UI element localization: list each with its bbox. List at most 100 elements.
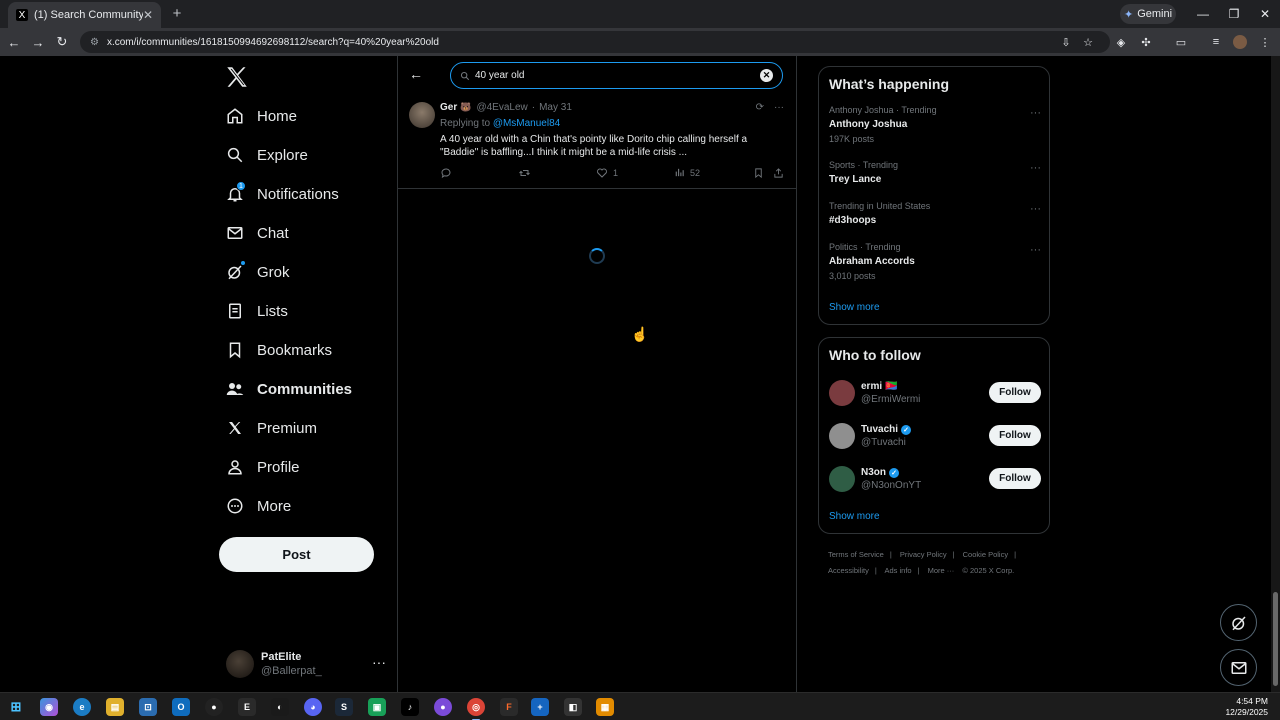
account-switcher[interactable]: PatElite @Ballerpat_ ··· bbox=[226, 646, 386, 682]
side-panel-icon[interactable]: ▭ bbox=[1172, 33, 1190, 51]
suggestion-avatar[interactable] bbox=[829, 380, 855, 406]
forward-button[interactable]: → bbox=[28, 32, 48, 52]
trend-item[interactable]: Politics · Trending Abraham Accords 3,01… bbox=[829, 242, 1041, 281]
xbox-icon[interactable]: ▣ bbox=[368, 698, 386, 716]
outlook-icon[interactable]: O bbox=[172, 698, 190, 716]
like-button[interactable]: 1 bbox=[596, 167, 618, 179]
tweet-author-name[interactable]: Ger bbox=[440, 102, 457, 113]
repost-button[interactable] bbox=[518, 167, 531, 179]
nav-communities[interactable]: Communities bbox=[218, 371, 388, 407]
footer-link[interactable]: Cookie Policy bbox=[963, 550, 1008, 559]
trend-more-icon[interactable]: ··· bbox=[1030, 203, 1041, 215]
obs-icon[interactable]: ● bbox=[205, 698, 223, 716]
app-circle-icon[interactable]: ● bbox=[434, 698, 452, 716]
footer-link[interactable]: Privacy Policy bbox=[900, 550, 947, 559]
scrollbar-thumb[interactable] bbox=[1273, 592, 1278, 686]
pinned-app-icon[interactable]: ▦ bbox=[596, 698, 614, 716]
nav-profile[interactable]: Profile bbox=[218, 449, 388, 485]
back-arrow-icon[interactable]: ← bbox=[408, 66, 424, 82]
nav-chat[interactable]: Chat bbox=[218, 215, 388, 251]
suggestion-avatar[interactable] bbox=[829, 423, 855, 449]
browser-tab[interactable]: X (1) Search Community / X ✕ bbox=[8, 2, 161, 28]
address-bar[interactable]: ⚙ x.com/i/communities/161815099469269811… bbox=[80, 31, 1110, 53]
suggestion-avatar[interactable] bbox=[829, 466, 855, 492]
clear-search-icon[interactable]: ✕ bbox=[760, 69, 773, 82]
tweet-date[interactable]: May 31 bbox=[539, 102, 572, 113]
site-info-icon[interactable]: ⚙ bbox=[90, 37, 99, 48]
nav-premium[interactable]: Premium bbox=[218, 410, 388, 446]
replying-to-mention[interactable]: @MsManuel84 bbox=[493, 118, 560, 129]
store-icon[interactable]: ⊡ bbox=[139, 698, 157, 716]
tweet[interactable]: Ger 🐻 @4EvaLew · May 31 ⟳ ··· Replying t… bbox=[398, 95, 796, 189]
bookmark-tweet-button[interactable] bbox=[753, 167, 764, 179]
footer-link[interactable]: Terms of Service bbox=[828, 550, 884, 559]
back-button[interactable]: ← bbox=[4, 32, 24, 52]
trend-item[interactable]: Trending in United States #d3hoops ··· bbox=[829, 201, 1041, 226]
follow-suggestion[interactable]: N3on ✓ @N3onOnYT Follow bbox=[829, 464, 1041, 494]
footer-link[interactable]: Ads info bbox=[884, 566, 911, 575]
messages-fab-button[interactable] bbox=[1220, 649, 1257, 686]
tweet-more-icon[interactable]: ··· bbox=[774, 102, 784, 113]
tweet-author-handle[interactable]: @4EvaLew bbox=[476, 102, 527, 113]
app-icon[interactable]: ◐ bbox=[271, 698, 289, 716]
epic-games-icon[interactable]: E bbox=[238, 698, 256, 716]
follow-suggestion[interactable]: ermi 🇪🇷 @ErmiWermi Follow bbox=[829, 378, 1041, 408]
profile-avatar[interactable] bbox=[1233, 35, 1247, 49]
extension-icon[interactable]: ◈ bbox=[1112, 33, 1130, 51]
follow-show-more-link[interactable]: Show more bbox=[829, 511, 880, 522]
footer-link[interactable]: More ··· bbox=[928, 566, 955, 575]
x-logo-icon[interactable] bbox=[224, 64, 250, 90]
trends-show-more-link[interactable]: Show more bbox=[829, 302, 880, 313]
follow-suggestion[interactable]: Tuvachi ✓ @Tuvachi Follow bbox=[829, 421, 1041, 451]
install-app-icon[interactable]: ⇩ bbox=[1057, 33, 1075, 51]
views-button[interactable]: 52 bbox=[674, 167, 700, 178]
nav-bookmarks[interactable]: Bookmarks bbox=[218, 332, 388, 368]
capcut-icon[interactable]: ◧ bbox=[564, 698, 582, 716]
tweet-author-avatar[interactable] bbox=[409, 102, 435, 128]
footer-link[interactable]: Accessibility bbox=[828, 566, 869, 575]
nav-explore[interactable]: Explore bbox=[218, 137, 388, 173]
snipping-tool-icon[interactable]: + bbox=[531, 698, 549, 716]
copilot-icon[interactable]: ◉ bbox=[40, 698, 58, 716]
file-explorer-icon[interactable]: ▤ bbox=[106, 698, 124, 716]
grok-explain-icon[interactable]: ⟳ bbox=[756, 102, 764, 113]
search-box[interactable]: ✕ bbox=[450, 62, 783, 89]
minimize-window-button[interactable]: — bbox=[1188, 4, 1218, 24]
account-more-icon[interactable]: ··· bbox=[372, 654, 386, 670]
reload-button[interactable]: ↻ bbox=[52, 32, 72, 52]
reply-button[interactable] bbox=[440, 167, 452, 179]
close-window-button[interactable]: ✕ bbox=[1250, 4, 1280, 24]
browser-menu-icon[interactable]: ⋮ bbox=[1256, 33, 1274, 51]
nav-grok[interactable]: Grok bbox=[218, 254, 388, 290]
grok-fab-button[interactable] bbox=[1220, 604, 1257, 641]
follow-button[interactable]: Follow bbox=[989, 382, 1041, 403]
share-button[interactable] bbox=[773, 167, 784, 179]
extensions-puzzle-icon[interactable]: ✣ bbox=[1137, 33, 1155, 51]
system-clock[interactable]: 4:54 PM 12/29/2025 bbox=[1225, 696, 1268, 718]
trend-item[interactable]: Anthony Joshua · Trending Anthony Joshua… bbox=[829, 105, 1041, 144]
steam-icon[interactable]: S bbox=[335, 698, 353, 716]
nav-home[interactable]: Home bbox=[218, 98, 388, 134]
trend-item[interactable]: Sports · Trending Trey Lance ··· bbox=[829, 160, 1041, 185]
discord-icon[interactable]: ◕ bbox=[304, 698, 322, 716]
tiktok-icon[interactable]: ♪ bbox=[401, 698, 419, 716]
nav-lists[interactable]: Lists bbox=[218, 293, 388, 329]
search-input[interactable] bbox=[475, 70, 745, 81]
chrome-icon[interactable]: ◎ bbox=[467, 698, 485, 720]
post-button[interactable]: Post bbox=[219, 537, 374, 572]
gemini-button[interactable]: ✦ Gemini bbox=[1120, 4, 1176, 24]
trend-more-icon[interactable]: ··· bbox=[1030, 107, 1041, 119]
edge-icon[interactable]: e bbox=[73, 698, 91, 716]
windows-start-icon[interactable]: ⊞ bbox=[7, 698, 25, 716]
follow-button[interactable]: Follow bbox=[989, 468, 1041, 489]
nav-more[interactable]: More bbox=[218, 488, 388, 524]
nav-notifications[interactable]: 1 Notifications bbox=[218, 176, 388, 212]
close-tab-icon[interactable]: ✕ bbox=[143, 8, 153, 22]
media-controls-icon[interactable]: ≡ bbox=[1207, 33, 1225, 51]
restore-window-button[interactable]: ❐ bbox=[1219, 4, 1249, 24]
follow-button[interactable]: Follow bbox=[989, 425, 1041, 446]
trend-more-icon[interactable]: ··· bbox=[1030, 162, 1041, 174]
trend-more-icon[interactable]: ··· bbox=[1030, 244, 1041, 256]
bookmark-star-icon[interactable]: ☆ bbox=[1079, 33, 1097, 51]
new-tab-button[interactable]: + bbox=[168, 4, 186, 22]
